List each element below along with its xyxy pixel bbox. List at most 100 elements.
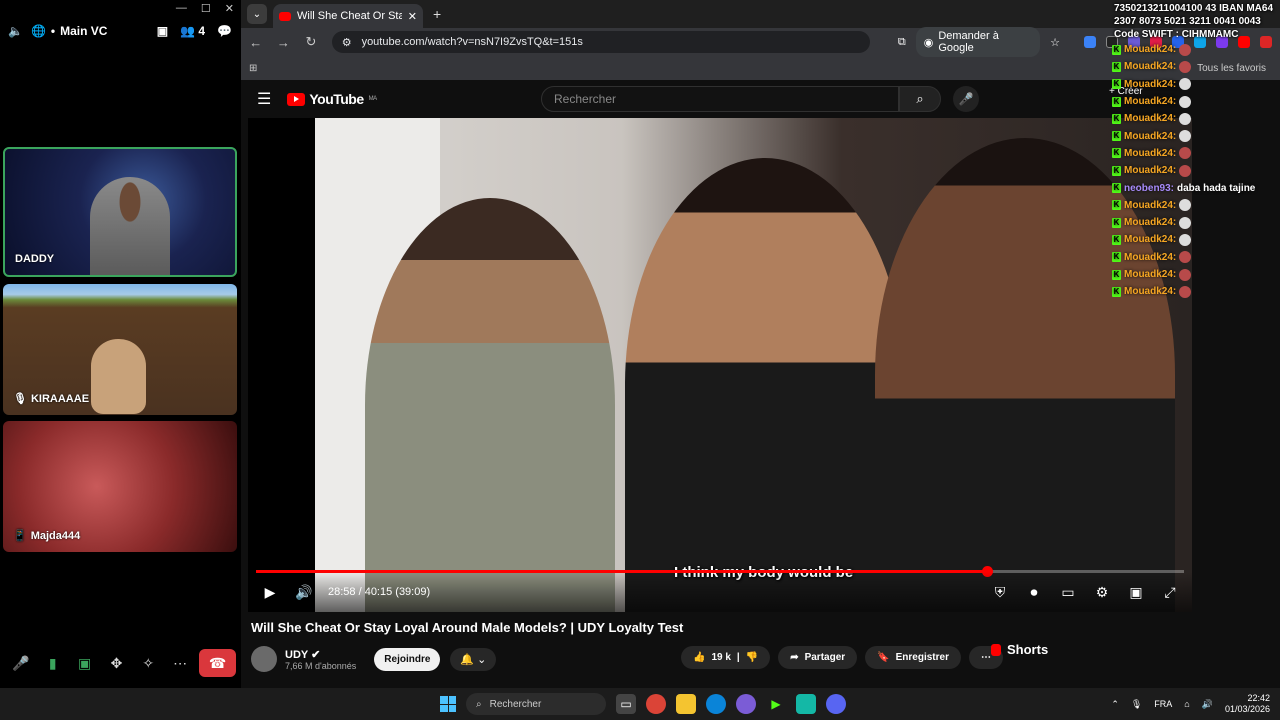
- thumbs-down-icon[interactable]: 👎: [746, 652, 758, 663]
- taskbar-search[interactable]: ⌕ Rechercher: [466, 693, 606, 715]
- camera-icon[interactable]: ▮: [40, 649, 66, 677]
- volume-icon[interactable]: 🔊: [1202, 699, 1213, 710]
- start-icon[interactable]: [440, 696, 456, 712]
- video-title: Will She Cheat Or Stay Loyal Around Male…: [251, 620, 684, 635]
- more-icon[interactable]: ⋯: [167, 649, 193, 677]
- fullscreen-icon[interactable]: ⤢: [1160, 584, 1180, 601]
- stream-chat-overlay: 7350213211004100 43 IBAN MA64 2307 8073 …: [1112, 0, 1280, 330]
- chat-icon[interactable]: 💬: [217, 24, 232, 38]
- play-icon[interactable]: ▶: [260, 584, 280, 601]
- participant-video: [91, 339, 146, 414]
- apps-grid-icon[interactable]: ⊞: [249, 63, 257, 74]
- shield-icon[interactable]: ⛨: [990, 584, 1010, 601]
- channel-name[interactable]: UDY ✔: [285, 648, 356, 661]
- verified-icon: ✔: [311, 648, 321, 661]
- app-icon[interactable]: [736, 694, 756, 714]
- emote-icon: [1179, 285, 1192, 298]
- voice-channel-name[interactable]: 🌐 • Main VC: [31, 24, 108, 38]
- clock[interactable]: 22:42 01/03/2026: [1225, 693, 1270, 715]
- app-icon[interactable]: [796, 694, 816, 714]
- chat-message: K Mouadk24:: [1112, 249, 1280, 266]
- search-input[interactable]: Rechercher: [541, 86, 899, 112]
- save-button[interactable]: 🔖 Enregistrer: [865, 646, 961, 669]
- settings-icon[interactable]: ⚙: [1092, 584, 1112, 601]
- thumbs-up-icon: 👍: [693, 652, 706, 663]
- chat-bubble-icon[interactable]: ▣: [157, 24, 168, 38]
- channel-avatar[interactable]: [251, 646, 277, 672]
- soundboard-icon[interactable]: ✧: [135, 649, 161, 677]
- chat-username: Mouadk24:: [1124, 44, 1177, 56]
- chrome-icon[interactable]: [646, 694, 666, 714]
- tab-close-icon[interactable]: ✕: [408, 10, 417, 23]
- lens-icon: ◉: [923, 36, 934, 49]
- bookmark-star-icon[interactable]: ☆: [1050, 36, 1060, 49]
- discord-icon[interactable]: [826, 694, 846, 714]
- forward-icon[interactable]: →: [277, 35, 291, 50]
- reload-icon[interactable]: ↻: [304, 34, 318, 50]
- chat-message: K Mouadk24:: [1112, 231, 1280, 248]
- task-view-icon[interactable]: ▭: [616, 694, 636, 714]
- members-button[interactable]: 👥 4: [180, 24, 205, 38]
- chat-username: Mouadk24:: [1124, 217, 1177, 229]
- kick-icon[interactable]: ▶: [766, 694, 786, 714]
- mobile-icon: 📱: [13, 530, 27, 542]
- language-indicator[interactable]: FRA: [1154, 699, 1172, 709]
- participant-tile[interactable]: 📱 Majda444: [3, 421, 237, 552]
- chat-message: K Mouadk24:: [1112, 197, 1280, 214]
- mic-muted-icon: 🎙: [13, 393, 27, 405]
- network-icon[interactable]: ⌂: [1184, 699, 1189, 709]
- autoplay-toggle-icon[interactable]: ⏺: [1024, 584, 1044, 601]
- pinned-message: 7350213211004100 43 IBAN MA64 2307 8073 …: [1114, 3, 1274, 40]
- miniplayer-icon[interactable]: ▣: [1126, 584, 1146, 601]
- youtube-logo[interactable]: YouTube MA: [287, 91, 377, 107]
- microphone-icon[interactable]: 🎙: [1131, 699, 1142, 710]
- tab-active[interactable]: Will She Cheat Or Stay Loyal Ar ✕: [273, 4, 423, 28]
- disconnect-button[interactable]: ☎: [199, 649, 236, 677]
- emote-icon: [1179, 112, 1192, 125]
- address-bar[interactable]: ⚙ youtube.com/watch?v=nsN7I9ZvsTQ&t=151s: [331, 31, 870, 53]
- subtitles-icon[interactable]: ▭: [1058, 584, 1078, 601]
- menu-icon[interactable]: ☰: [257, 89, 271, 109]
- chat-username: Mouadk24:: [1124, 234, 1177, 246]
- microphone-icon[interactable]: 🎤: [8, 649, 34, 677]
- youtube-play-icon: [287, 92, 306, 106]
- youtube-favicon-icon: [279, 11, 291, 21]
- chat-username: Mouadk24:: [1124, 199, 1177, 211]
- chevron-up-icon[interactable]: ⌃: [1111, 699, 1119, 710]
- chat-message: K Mouadk24:: [1112, 162, 1280, 179]
- edge-icon[interactable]: [706, 694, 726, 714]
- share-button[interactable]: ➦ Partager: [778, 646, 858, 669]
- video-actions: 👍 19 k | 👎 ➦ Partager 🔖 Enregistrer ⋯: [681, 646, 1003, 669]
- like-button[interactable]: 👍 19 k | 👎: [681, 646, 771, 669]
- kick-badge-icon: K: [1112, 252, 1121, 263]
- kick-badge-icon: K: [1112, 183, 1121, 194]
- chat-message: K Mouadk24:: [1112, 127, 1280, 144]
- participant-tile[interactable]: DADDY: [3, 147, 237, 277]
- screen-share-icon[interactable]: ▣: [72, 649, 98, 677]
- kick-badge-icon: K: [1112, 131, 1121, 142]
- cast-icon[interactable]: ⧉: [898, 36, 906, 49]
- participant-tile[interactable]: 🎙 KIRAAAAE: [3, 284, 237, 415]
- kick-badge-icon: K: [1112, 148, 1121, 159]
- site-info-icon[interactable]: ⚙: [342, 36, 352, 49]
- volume-icon[interactable]: 🔊: [294, 584, 314, 601]
- join-button[interactable]: Rejoindre: [374, 647, 441, 671]
- voice-search-icon[interactable]: 🎤: [953, 86, 979, 112]
- notification-bell-icon[interactable]: 🔔 ⌄: [450, 647, 497, 671]
- video-player[interactable]: I think my body would be ▶ 🔊 28:58 / 40:…: [248, 118, 1192, 612]
- chat-username: neoben93:: [1124, 182, 1175, 194]
- file-explorer-icon[interactable]: [676, 694, 696, 714]
- activities-icon[interactable]: ✥: [104, 649, 130, 677]
- chat-username: Mouadk24:: [1124, 61, 1177, 73]
- chat-message: K Mouadk24:: [1112, 93, 1280, 110]
- new-tab-icon[interactable]: +: [433, 6, 441, 22]
- chat-text: daba hada tajine: [1177, 182, 1256, 194]
- volume-icon[interactable]: 🔈: [8, 24, 23, 38]
- extension-icon[interactable]: [1084, 36, 1096, 48]
- emote-icon: [1179, 130, 1192, 143]
- back-icon[interactable]: ←: [249, 35, 263, 50]
- ask-google-button[interactable]: ◉ Demander à Google: [915, 27, 1041, 57]
- search-icon[interactable]: ⌕: [899, 86, 941, 112]
- tab-search-icon[interactable]: ⌄: [247, 4, 267, 24]
- kick-badge-icon: K: [1112, 269, 1121, 280]
